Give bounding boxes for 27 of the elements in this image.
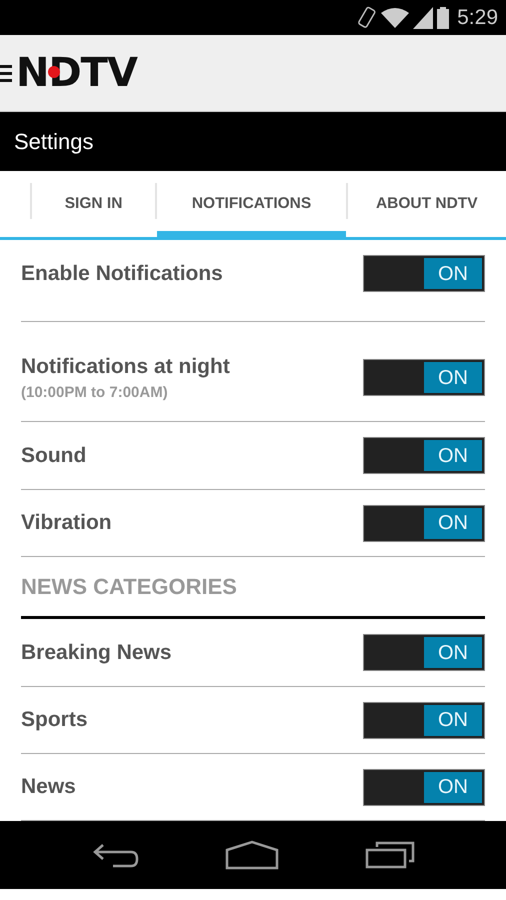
- clock-time: 5:29: [457, 4, 498, 31]
- logo: NDTV: [16, 53, 137, 93]
- toggle-switch[interactable]: ON: [363, 359, 485, 396]
- setting-label: News: [21, 774, 76, 800]
- recent-apps-icon[interactable]: [365, 841, 415, 869]
- wifi-icon: [381, 6, 410, 28]
- toggle-switch[interactable]: ON: [363, 504, 485, 542]
- setting-label: Breaking News: [21, 640, 172, 666]
- setting-label: Enable Notifications: [21, 260, 223, 287]
- setting-label: Vibration: [21, 510, 112, 536]
- toggle-switch[interactable]: ON: [363, 702, 485, 738]
- setting-label: Sound: [21, 442, 86, 469]
- back-icon[interactable]: [91, 841, 139, 869]
- page-title: Settings: [14, 128, 94, 156]
- toggle-switch[interactable]: ON: [363, 768, 485, 806]
- home-icon[interactable]: [225, 840, 279, 870]
- toggle-switch[interactable]: ON: [363, 255, 485, 292]
- setting-label: Notifications at night: [21, 354, 230, 380]
- menu-icon[interactable]: [0, 63, 12, 83]
- section-heading: NEWS CATEGORIES: [21, 573, 237, 601]
- setting-hint: (10:00PM to 7:00AM): [21, 383, 169, 403]
- toggle-switch[interactable]: ON: [363, 634, 485, 671]
- setting-label: Sports: [21, 707, 88, 734]
- battery-icon: [437, 6, 450, 28]
- toggle-switch[interactable]: ON: [363, 437, 485, 474]
- vibrate-icon: [357, 6, 378, 30]
- signal-icon: [413, 6, 434, 28]
